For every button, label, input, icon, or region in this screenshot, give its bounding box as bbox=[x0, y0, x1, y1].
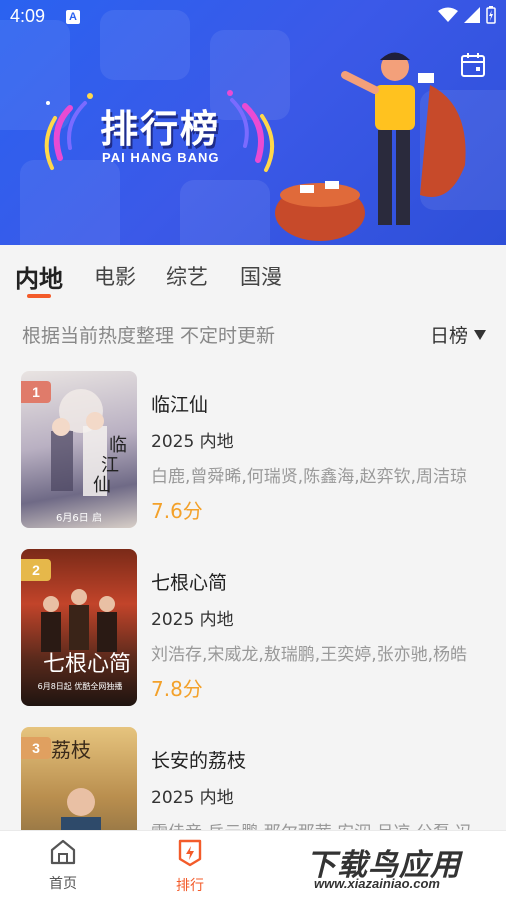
svg-text:七根心简: 七根心简 bbox=[43, 652, 131, 677]
home-icon bbox=[50, 839, 76, 865]
status-bar: 4:09 A bbox=[0, 0, 506, 34]
item-meta: 2025 内地 bbox=[151, 610, 234, 630]
poster-caption: 6月6日 启 bbox=[56, 513, 102, 524]
rank-badge: 1 bbox=[21, 381, 51, 403]
nav-home[interactable]: 首页 bbox=[23, 839, 103, 893]
nav-ranking[interactable]: 排行 bbox=[150, 839, 230, 895]
calendar-icon[interactable] bbox=[460, 52, 486, 78]
svg-text:荔枝: 荔枝 bbox=[51, 738, 91, 762]
svg-text:临: 临 bbox=[109, 435, 127, 456]
item-meta: 2025 内地 bbox=[151, 788, 234, 808]
item-score: 7.6分 bbox=[151, 499, 203, 523]
notification-icon: A bbox=[66, 10, 80, 24]
dropdown-triangle-icon bbox=[474, 329, 486, 340]
ranking-icon bbox=[178, 839, 202, 867]
item-title: 长安的荔枝 bbox=[151, 750, 247, 772]
category-tabs: 内地 电影 综艺 国漫 bbox=[0, 245, 506, 305]
tab-variety[interactable]: 综艺 bbox=[166, 261, 208, 291]
poster-image: 七根心简 6月8日起 优酷全网独播 2 bbox=[21, 549, 137, 706]
list-subheader: 根据当前热度整理 不定时更新 日榜 bbox=[0, 315, 506, 355]
rank-badge: 2 bbox=[21, 559, 51, 581]
status-time: 4:09 bbox=[10, 6, 46, 26]
banner-logo: 排行榜 PAI HANG BANG bbox=[40, 88, 280, 183]
item-cast: 白鹿,曾舜晞,何瑞贤,陈鑫海,赵弈钦,周洁琼 bbox=[151, 467, 468, 487]
item-info: 临江仙 2025 内地 白鹿,曾舜晞,何瑞贤,陈鑫海,赵弈钦,周洁琼 7.6分 bbox=[151, 390, 491, 524]
item-title: 七根心简 bbox=[151, 572, 228, 594]
battery-icon bbox=[486, 6, 496, 24]
tab-anime[interactable]: 国漫 bbox=[240, 261, 282, 291]
list-item[interactable]: 七根心简 6月8日起 优酷全网独播 2 七根心简 2025 内地 刘浩存,宋威龙… bbox=[0, 538, 506, 706]
item-cast: 刘浩存,宋威龙,敖瑞鹏,王奕婷,张亦驰,杨皓 bbox=[151, 645, 468, 665]
nav-home-label: 首页 bbox=[49, 876, 77, 892]
svg-text:江: 江 bbox=[101, 455, 119, 476]
poster-image: 临 江 仙 6月6日 启 1 bbox=[21, 371, 137, 528]
active-tab-indicator bbox=[27, 294, 51, 298]
list-item[interactable]: 临 江 仙 6月6日 启 1 临江仙 2025 内地 白鹿,曾舜晞,何瑞贤,陈鑫… bbox=[0, 360, 506, 528]
banner: 4:09 A 排行榜 PAI HANG BANG bbox=[0, 0, 506, 245]
nav-ranking-label: 排行 bbox=[176, 878, 204, 894]
item-title: 临江仙 bbox=[151, 394, 209, 416]
period-label: 日榜 bbox=[429, 325, 468, 347]
banner-title: 排行榜 bbox=[100, 107, 221, 151]
watermark-url: www.xiazainiao.com bbox=[314, 876, 440, 891]
tab-mainland[interactable]: 内地 bbox=[15, 259, 63, 294]
tab-movie[interactable]: 电影 bbox=[94, 261, 136, 291]
list-description: 根据当前热度整理 不定时更新 bbox=[22, 325, 276, 347]
watermark: 下载鸟应用 www.xiazainiao.com bbox=[300, 838, 500, 894]
rank-badge: 3 bbox=[21, 737, 51, 759]
item-info: 七根心简 2025 内地 刘浩存,宋威龙,敖瑞鹏,王奕婷,张亦驰,杨皓 7.8分 bbox=[151, 568, 491, 702]
signal-icon bbox=[464, 7, 480, 23]
item-score: 7.8分 bbox=[151, 677, 203, 701]
wifi-icon bbox=[438, 7, 458, 22]
poster-caption: 6月8日起 优酷全网独播 bbox=[37, 682, 123, 691]
mascot-illustration-icon bbox=[275, 52, 466, 241]
item-info: 长安的荔枝 2025 内地 雷佳音,岳云鹏,那尔那茜,安泅,吕凉,公磊,冯 bbox=[151, 746, 491, 843]
svg-text:仙: 仙 bbox=[93, 475, 111, 496]
item-meta: 2025 内地 bbox=[151, 432, 234, 452]
banner-subtitle: PAI HANG BANG bbox=[102, 150, 220, 165]
period-selector[interactable]: 日榜 bbox=[430, 321, 486, 348]
